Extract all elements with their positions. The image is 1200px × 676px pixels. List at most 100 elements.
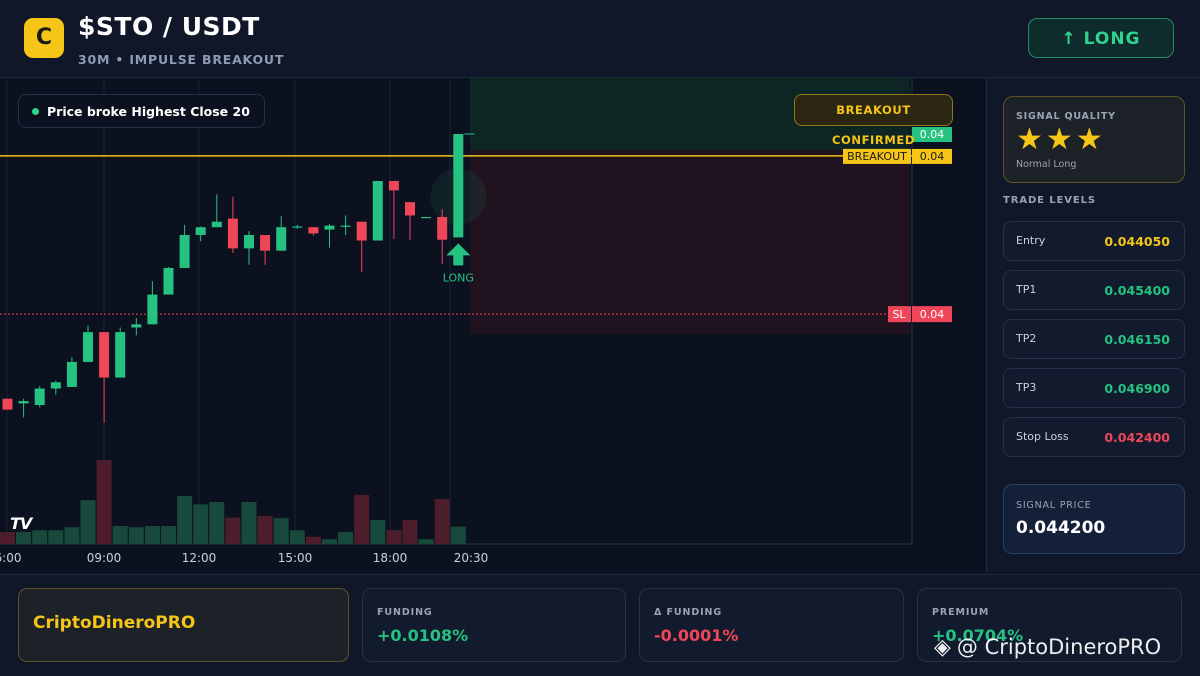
volume-bar (144, 526, 160, 544)
star-icon: ★ (1016, 122, 1043, 157)
volume-bar (289, 530, 305, 544)
volume-bar (257, 515, 273, 544)
signal-quality-title: SIGNAL QUALITY (1016, 111, 1116, 122)
info-pill: Price broke Highest Close 20 (18, 94, 265, 128)
candle-body (34, 388, 45, 405)
volume-bar (161, 526, 176, 544)
candle-body (437, 217, 448, 240)
signal-quality-stars: ★ ★ ★ (1016, 124, 1106, 156)
star-icon: ★ (1075, 122, 1103, 157)
volume-bar (354, 494, 370, 544)
candle-body (388, 180, 399, 191)
level-entry: Entry 0.044050 (1003, 221, 1185, 261)
candle-body (340, 225, 351, 227)
time-axis-label: 12:00 (182, 551, 217, 565)
candle-body (195, 227, 206, 236)
delta-funding-card: Δ FUNDING -0.0001% (639, 588, 904, 662)
volume-bar (64, 527, 80, 544)
long-marker-label: LONG (443, 271, 474, 284)
tradingview-logo: TV (10, 514, 32, 533)
level-tp2: TP2 0.046150 (1003, 319, 1185, 359)
pair-subtitle: 30M • IMPULSE BREAKOUT (78, 52, 285, 67)
candle-body (179, 235, 190, 268)
volume-bar (450, 526, 466, 544)
footer: CriptoDineroPRO FUNDING +0.0108% Δ FUNDI… (0, 574, 1200, 676)
long-button[interactable]: ↑ LONG (1028, 18, 1174, 58)
price-chart[interactable]: LONG0.04BREAKOUT0.04SL0.046:0009:0012:00… (0, 78, 985, 573)
candle-body (405, 202, 415, 216)
time-axis-label: 18:00 (373, 551, 408, 565)
level-label: Entry (1016, 234, 1046, 247)
time-axis-label: 6:00 (0, 551, 21, 565)
candle-body (308, 227, 319, 234)
volume-bar (322, 539, 337, 544)
volume-bar (80, 500, 96, 544)
level-label: TP1 (1016, 283, 1037, 296)
sl-value-tag-text: 0.04 (920, 308, 945, 321)
signal-quality-card: SIGNAL QUALITY ★ ★ ★ Normal Long (1003, 96, 1185, 183)
candle-body (260, 235, 271, 251)
signal-quality-subtitle: Normal Long (1016, 159, 1077, 170)
time-axis-label: 09:00 (87, 551, 122, 565)
header: C $STO / USDT 30M • IMPULSE BREAKOUT ↑ L… (0, 0, 1200, 78)
stat-title: FUNDING (377, 607, 433, 618)
pair-title: $STO / USDT (78, 12, 260, 41)
level-value: 0.046150 (1104, 332, 1170, 347)
candle-body (115, 332, 126, 378)
sidebar: SIGNAL QUALITY ★ ★ ★ Normal Long TRADE LEV… (986, 78, 1200, 573)
candle-body (66, 361, 77, 387)
volume-bar (48, 530, 64, 544)
brand-card: CriptoDineroPRO (18, 588, 349, 662)
app-logo: C (24, 18, 64, 58)
stat-title: PREMIUM (932, 607, 990, 618)
volume-bar (225, 517, 241, 544)
level-value: 0.042400 (1104, 430, 1170, 445)
stat-value: -0.0001% (654, 626, 739, 645)
candle-body (227, 218, 238, 249)
volume-bar (128, 527, 144, 544)
volume-bar (209, 502, 225, 544)
watermark: ◈ @ CriptoDineroPRO (934, 635, 1161, 660)
level-tp3: TP3 0.046900 (1003, 368, 1185, 408)
risk-zone (470, 150, 910, 334)
breakout-value-tag-text: 0.04 (920, 150, 945, 163)
candle-body (356, 221, 367, 241)
volume-bar (273, 518, 289, 544)
volume-bar (96, 460, 112, 544)
info-pill-text: Price broke Highest Close 20 (47, 104, 250, 119)
candle-body (99, 332, 110, 378)
level-tp1: TP1 0.045400 (1003, 270, 1185, 310)
volume-bar (32, 530, 48, 544)
status-dot-icon (32, 108, 39, 115)
candle-body (324, 225, 335, 230)
binance-logo-icon: ◈ (934, 635, 951, 660)
time-axis-label: 20:30 (454, 551, 489, 565)
level-value: 0.046900 (1104, 381, 1170, 396)
signal-price-card: SIGNAL PRICE 0.044200 (1003, 484, 1185, 554)
volume-bar (305, 536, 321, 544)
candle-body (83, 332, 93, 362)
funding-card: FUNDING +0.0108% (362, 588, 626, 662)
candle-body (18, 401, 29, 404)
candle-body (421, 217, 432, 219)
volume-bar (0, 532, 15, 544)
level-label: Stop Loss (1016, 430, 1069, 443)
candle-body (131, 324, 142, 328)
volume-bar (177, 496, 193, 544)
candle-body (292, 226, 303, 228)
volume-bar (370, 520, 386, 544)
candle-body (50, 382, 61, 389)
level-label: TP2 (1016, 332, 1037, 345)
last-price-tag-text: 0.04 (920, 128, 945, 141)
volume-bar (112, 526, 128, 544)
level-value: 0.044050 (1104, 234, 1170, 249)
candle-body (276, 227, 287, 251)
volume-bar (402, 520, 418, 544)
volume-bar (193, 504, 209, 544)
volume-bar (338, 532, 354, 544)
trade-levels-title: TRADE LEVELS (1003, 195, 1097, 206)
level-stop-loss: Stop Loss 0.042400 (1003, 417, 1185, 457)
volume-bar (434, 499, 450, 544)
candle-body (453, 134, 464, 238)
signal-price-title: SIGNAL PRICE (1016, 500, 1092, 511)
